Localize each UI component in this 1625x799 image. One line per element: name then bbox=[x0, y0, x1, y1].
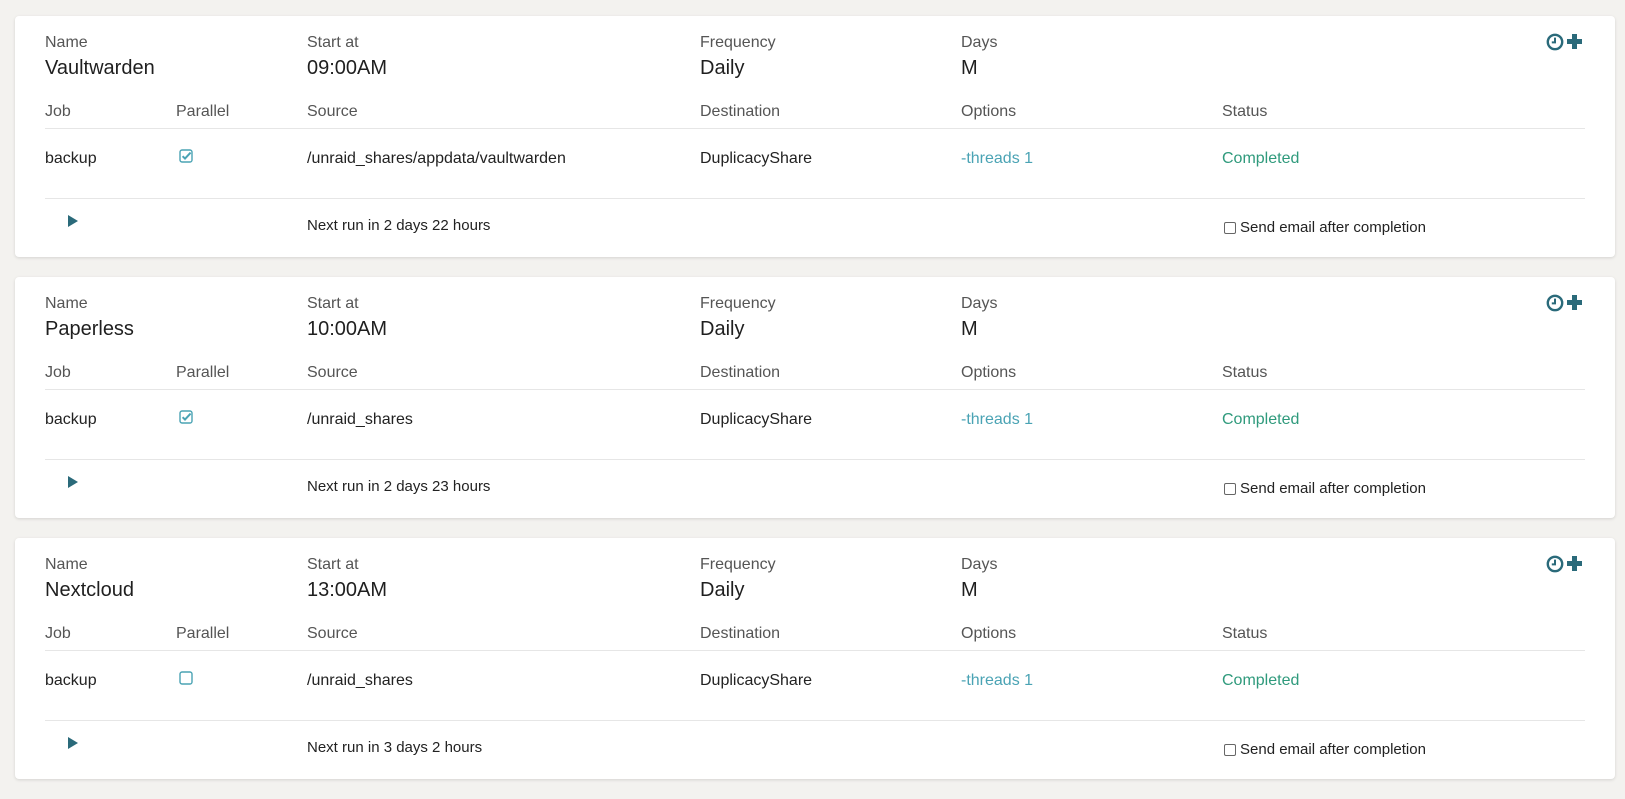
schedule-card: Name Nextcloud Start at 13:00AM Frequenc… bbox=[15, 538, 1615, 779]
schedule-name: Vaultwarden bbox=[45, 57, 155, 79]
job-header: Job bbox=[45, 364, 71, 381]
plus-icon[interactable] bbox=[1566, 555, 1583, 577]
checked-square-icon[interactable] bbox=[179, 410, 193, 429]
job-source: /unraid_shares bbox=[307, 672, 413, 689]
name-label: Name bbox=[45, 295, 88, 312]
job-type: backup bbox=[45, 672, 97, 689]
email-checkbox[interactable] bbox=[1224, 483, 1236, 495]
destination-header: Destination bbox=[700, 103, 781, 120]
options-header: Options bbox=[961, 625, 1017, 642]
frequency-value: Daily bbox=[700, 318, 745, 340]
options-header: Options bbox=[961, 364, 1017, 381]
days-label: Days bbox=[961, 295, 998, 312]
parallel-header: Parallel bbox=[176, 364, 230, 381]
email-checkbox[interactable] bbox=[1224, 744, 1236, 756]
header-divider bbox=[45, 128, 1585, 129]
email-checkbox-label: Send email after completion bbox=[1240, 480, 1426, 497]
row-divider bbox=[45, 720, 1585, 721]
clock-icon[interactable] bbox=[1546, 555, 1564, 578]
email-checkbox[interactable] bbox=[1224, 222, 1236, 234]
email-checkbox-label: Send email after completion bbox=[1240, 741, 1426, 758]
play-icon[interactable] bbox=[67, 214, 79, 233]
start-at-label: Start at bbox=[307, 34, 359, 51]
job-status: Completed bbox=[1222, 672, 1300, 689]
frequency-label: Frequency bbox=[700, 556, 776, 573]
next-run-text: Next run in 2 days 22 hours bbox=[307, 217, 491, 234]
empty-square-icon[interactable] bbox=[179, 671, 193, 690]
job-destination: DuplicacyShare bbox=[700, 672, 813, 689]
days-value: M bbox=[961, 57, 978, 79]
frequency-value: Daily bbox=[700, 579, 745, 601]
job-source: /unraid_shares bbox=[307, 411, 413, 428]
parallel-header: Parallel bbox=[176, 103, 230, 120]
frequency-label: Frequency bbox=[700, 295, 776, 312]
row-divider bbox=[45, 198, 1585, 199]
email-option: Send email after completion bbox=[1224, 219, 1426, 237]
schedule-card: Name Paperless Start at 10:00AM Frequenc… bbox=[15, 277, 1615, 518]
days-value: M bbox=[961, 318, 978, 340]
job-status: Completed bbox=[1222, 411, 1300, 428]
days-label: Days bbox=[961, 34, 998, 51]
email-option: Send email after completion bbox=[1224, 480, 1426, 498]
source-header: Source bbox=[307, 103, 358, 120]
status-header: Status bbox=[1222, 625, 1268, 642]
schedule-name: Nextcloud bbox=[45, 579, 134, 601]
start-at-value: 09:00AM bbox=[307, 57, 388, 79]
header-divider bbox=[45, 650, 1585, 651]
options-header: Options bbox=[961, 103, 1017, 120]
job-destination: DuplicacyShare bbox=[700, 411, 813, 428]
source-header: Source bbox=[307, 364, 358, 381]
frequency-value: Daily bbox=[700, 57, 745, 79]
job-status: Completed bbox=[1222, 150, 1300, 167]
email-checkbox-label: Send email after completion bbox=[1240, 219, 1426, 236]
job-source: /unraid_shares/appdata/vaultwarden bbox=[307, 150, 566, 167]
job-options-link[interactable]: -threads 1 bbox=[961, 672, 1033, 690]
job-type: backup bbox=[45, 411, 97, 428]
play-icon[interactable] bbox=[67, 736, 79, 755]
job-header: Job bbox=[45, 625, 71, 642]
start-at-value: 10:00AM bbox=[307, 318, 388, 340]
status-header: Status bbox=[1222, 103, 1268, 120]
start-at-value: 13:00AM bbox=[307, 579, 388, 601]
destination-header: Destination bbox=[700, 625, 781, 642]
next-run-text: Next run in 2 days 23 hours bbox=[307, 478, 491, 495]
destination-header: Destination bbox=[700, 364, 781, 381]
clock-icon[interactable] bbox=[1546, 294, 1564, 317]
schedule-list: Name Vaultwarden Start at 09:00AM Freque… bbox=[15, 16, 1615, 799]
name-label: Name bbox=[45, 34, 88, 51]
parallel-header: Parallel bbox=[176, 625, 230, 642]
play-icon[interactable] bbox=[67, 475, 79, 494]
frequency-label: Frequency bbox=[700, 34, 776, 51]
job-destination: DuplicacyShare bbox=[700, 150, 813, 167]
row-divider bbox=[45, 459, 1585, 460]
schedule-card: Name Vaultwarden Start at 09:00AM Freque… bbox=[15, 16, 1615, 257]
email-option: Send email after completion bbox=[1224, 741, 1426, 759]
job-header: Job bbox=[45, 103, 71, 120]
next-run-text: Next run in 3 days 2 hours bbox=[307, 739, 483, 756]
job-options-link[interactable]: -threads 1 bbox=[961, 150, 1033, 168]
checked-square-icon[interactable] bbox=[179, 149, 193, 168]
days-value: M bbox=[961, 579, 978, 601]
plus-icon[interactable] bbox=[1566, 294, 1583, 316]
plus-icon[interactable] bbox=[1566, 33, 1583, 55]
start-at-label: Start at bbox=[307, 556, 359, 573]
job-options-link[interactable]: -threads 1 bbox=[961, 411, 1033, 429]
schedule-name: Paperless bbox=[45, 318, 134, 340]
header-divider bbox=[45, 389, 1585, 390]
status-header: Status bbox=[1222, 364, 1268, 381]
days-label: Days bbox=[961, 556, 998, 573]
source-header: Source bbox=[307, 625, 358, 642]
job-type: backup bbox=[45, 150, 97, 167]
name-label: Name bbox=[45, 556, 88, 573]
start-at-label: Start at bbox=[307, 295, 359, 312]
clock-icon[interactable] bbox=[1546, 33, 1564, 56]
